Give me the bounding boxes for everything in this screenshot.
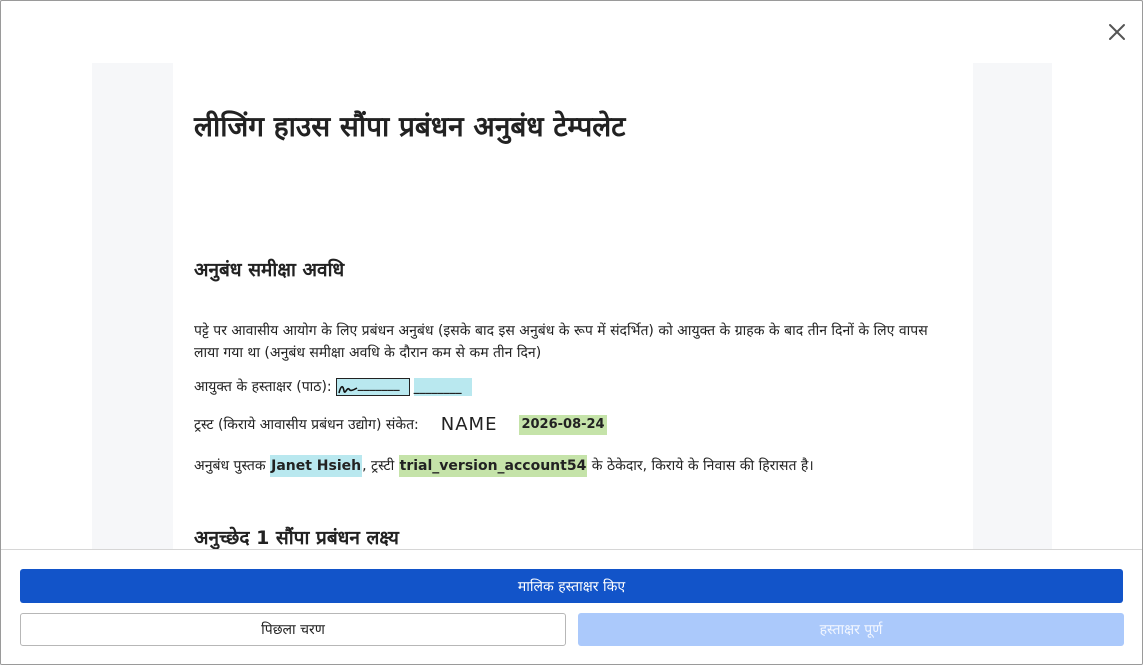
contract-prefix: अनुबंध पुस्तक: [194, 458, 266, 474]
commissioner-signature-row: आयुक्त के हस्ताक्षर (पाठ): _______ _____…: [194, 376, 472, 398]
contract-suffix: के ठेकेदार, किराये के निवास की हिरासत है…: [591, 458, 814, 474]
close-icon: [1109, 24, 1125, 40]
trust-signature-name: NAME: [440, 414, 498, 435]
commissioner-blank-field[interactable]: ________: [413, 378, 472, 396]
commissioner-signature-label: आयुक्त के हस्ताक्षर (पाठ):: [194, 379, 332, 395]
previous-step-button[interactable]: पिछला चरण: [20, 613, 566, 646]
trust-signature-label: ट्रस्ट (किराये आवासीय प्रबंधन उद्योग) सं…: [194, 417, 419, 433]
account-name-field[interactable]: trial_version_account54: [398, 455, 588, 477]
document-page[interactable]: लीजिंग हाउस सौंपा प्रबंधन अनुबंध टेम्पले…: [173, 63, 973, 553]
section-heading-review-period: अनुबंध समीक्षा अवधि: [194, 259, 345, 281]
signature-scribble-icon: [337, 385, 358, 394]
document-title: लीजिंग हाउस सौंपा प्रबंधन अनुबंध टेम्पले…: [194, 110, 626, 143]
signing-dialog: लीजिंग हाउस सौंपा प्रबंधन अनुबंध टेम्पले…: [0, 0, 1143, 665]
trust-signature-date[interactable]: 2026-08-24: [519, 415, 607, 435]
close-button[interactable]: [1104, 19, 1130, 45]
contract-middle: , ट्रस्टी: [362, 458, 395, 474]
owner-signed-button[interactable]: मालिक हस्ताक्षर किए: [20, 569, 1123, 603]
signature-complete-button[interactable]: हस्ताक्षर पूर्ण: [578, 613, 1124, 646]
trust-signature-row: ट्रस्ट (किराये आवासीय प्रबंधन उद्योग) सं…: [194, 414, 607, 436]
section-heading-article-1: अनुच्छेद 1 सौंपा प्रबंधन लक्ष्य: [194, 527, 399, 549]
commissioner-signature-value: _______: [357, 377, 400, 391]
dialog-footer: मालिक हस्ताक्षर किए पिछला चरण हस्ताक्षर …: [1, 549, 1142, 664]
commissioner-signature-field[interactable]: _______: [335, 377, 410, 396]
review-period-paragraph: पट्टे पर आवासीय आयोग के लिए प्रबंधन अनुब…: [194, 323, 928, 361]
person-name-field[interactable]: Janet Hsieh: [270, 455, 363, 477]
contract-custody-line: अनुबंध पुस्तक Janet Hsieh, ट्रस्टी trial…: [194, 455, 814, 477]
